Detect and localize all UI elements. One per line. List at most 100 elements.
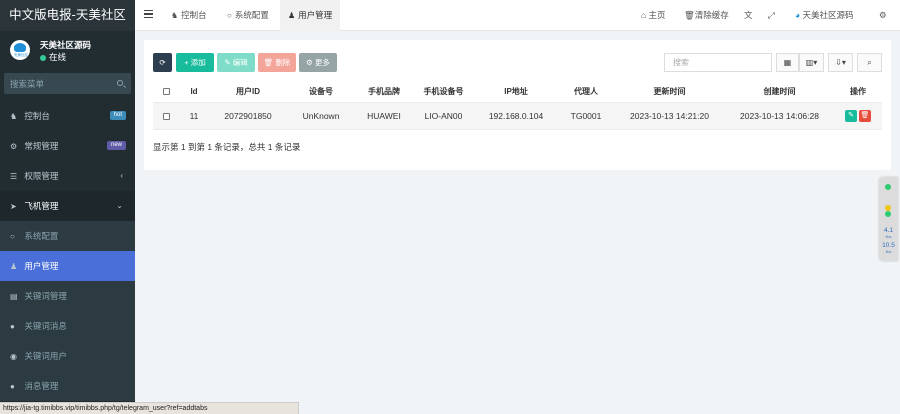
columns-dropdown-icon[interactable]: ▥▾ xyxy=(799,53,824,72)
dashboard-icon: ♞ xyxy=(10,112,18,121)
add-button[interactable]: + 添加 xyxy=(176,53,214,72)
user-icon: ♟ xyxy=(288,11,296,20)
home-icon: ⌂ xyxy=(641,10,649,20)
avatar-text: 天美社区 xyxy=(14,53,28,57)
speed-monitor-widget[interactable]: 4.1 K/s 10.5 K/s xyxy=(879,177,898,261)
tab-label: 系统配置 xyxy=(234,10,269,20)
circle-icon: ○ xyxy=(10,232,15,241)
refresh-button[interactable]: ⟳ xyxy=(153,53,172,72)
file-icon: ▤ xyxy=(10,292,18,301)
chevron-down-icon: ⌄ xyxy=(116,201,123,210)
online-dot-icon xyxy=(40,54,46,61)
status-url-bar: https://jia-tg.timibbs.vip/timibbs.php/t… xyxy=(0,402,299,414)
upload-speed: 4.1 xyxy=(883,227,894,234)
column-header[interactable]: Id xyxy=(179,81,209,103)
comment-icon: ● xyxy=(10,382,15,391)
sidebar-item-planes[interactable]: ➤ 飞机管理 ⌄ xyxy=(0,191,135,221)
edit-button[interactable]: ✎ 编辑 xyxy=(217,53,255,72)
cell-brand: HUAWEI xyxy=(355,102,413,130)
column-header[interactable]: 创建时间 xyxy=(725,81,834,103)
menu-toggle-icon[interactable] xyxy=(144,10,153,18)
user-name: 天美社区源码 xyxy=(40,40,92,50)
users-icon: ☰ xyxy=(10,172,18,181)
home-link[interactable]: ⌂ 主页 xyxy=(641,0,666,31)
sidebar-item-label: 权限管理 xyxy=(24,171,59,181)
table-search-input[interactable] xyxy=(664,53,772,72)
column-header[interactable]: 手机品牌 xyxy=(355,81,413,103)
sidebar-item-keyword-messages[interactable]: ● 关键词消息 xyxy=(0,311,135,341)
sidebar-item-general[interactable]: ⚙ 常规管理 new xyxy=(0,131,135,161)
table-header-row: Id 用户ID 设备号 手机品牌 手机设备号 IP地址 代理人 更新时间 创建时… xyxy=(153,81,882,103)
trash-icon: 🗑 xyxy=(684,10,695,20)
sidebar-item-label: 飞机管理 xyxy=(24,201,59,211)
data-table: Id 用户ID 设备号 手机品牌 手机设备号 IP地址 代理人 更新时间 创建时… xyxy=(153,81,882,130)
advanced-search-icon[interactable]: ⌕ xyxy=(857,53,882,72)
row-select-cell xyxy=(153,102,179,130)
sidebar-item-dashboard[interactable]: ♞ 控制台 hot xyxy=(0,101,135,131)
cell-ip: 192.168.0.104 xyxy=(474,102,558,130)
column-header[interactable]: 代理人 xyxy=(558,81,614,103)
sidebar-item-label: 常规管理 xyxy=(24,141,59,151)
export-dropdown-icon[interactable]: ⇩▾ xyxy=(828,53,853,72)
content-panel: ⟳ + 添加 ✎ 编辑 🗑 删除 ⚙ 更多 ▦ ▥▾ ⇩▾ ⌕ Id 用户ID … xyxy=(144,40,891,170)
sidebar-item-label: 关键词消息 xyxy=(24,321,67,331)
avatar: 天美社区 xyxy=(10,40,30,60)
download-unit: K/s xyxy=(885,249,892,254)
select-all-checkbox[interactable] xyxy=(162,88,170,96)
column-header[interactable]: 手机设备号 xyxy=(413,81,474,103)
tab-label: 控制台 xyxy=(181,10,207,20)
home-label: 主页 xyxy=(648,10,666,20)
cell-user-id: 2072901850 xyxy=(209,102,287,130)
search-icon[interactable] xyxy=(117,80,123,86)
user-status: 在线 xyxy=(40,51,66,63)
settings-gear-icon[interactable]: ⚙ xyxy=(879,0,887,31)
dashboard-icon: ♞ xyxy=(171,11,179,20)
toggle-view-icon[interactable]: ▦ xyxy=(776,53,799,72)
tab-user-management[interactable]: ♟ 用户管理 xyxy=(280,0,341,31)
table-row[interactable]: 11 2072901850 UnKnown HUAWEI LIO-AN00 19… xyxy=(153,102,882,130)
column-header[interactable]: 用户ID xyxy=(209,81,287,103)
column-header[interactable]: 更新时间 xyxy=(614,81,725,103)
column-header[interactable]: IP地址 xyxy=(474,81,558,103)
column-header[interactable]: 设备号 xyxy=(287,81,355,103)
sidebar-item-keyword-users[interactable]: ◉ 关键词用户 xyxy=(0,341,135,371)
sidebar-item-label: 消息管理 xyxy=(24,381,59,391)
tab-dashboard[interactable]: ♞ 控制台 xyxy=(163,0,215,31)
sidebar-search xyxy=(4,73,131,94)
row-checkbox[interactable] xyxy=(162,112,170,120)
site-avatar-icon: ◕ xyxy=(795,10,803,20)
sidebar-item-label: 控制台 xyxy=(24,111,50,121)
paper-plane-icon: ➤ xyxy=(10,202,17,211)
language-icon[interactable]: 文 xyxy=(744,0,753,31)
sidebar-menu: ♞ 控制台 hot ⚙ 常规管理 new ☰ 权限管理 ‹ ➤ 飞机管理 ⌄ ○ 系统配… xyxy=(0,101,135,401)
clear-cache-label: 清除缓存 xyxy=(694,10,729,20)
edit-row-icon[interactable]: ✎ xyxy=(845,109,857,122)
cell-id: 11 xyxy=(179,102,209,130)
sidebar-item-message-management[interactable]: ● 消息管理 xyxy=(0,371,135,401)
top-navbar: ♞ 控制台 ○ 系统配置 ♟ 用户管理 ⌂ 主页 🗑清除缓存 文 ⤢ ◕ 天美社区源码… xyxy=(135,0,900,31)
sidebar-item-keyword-management[interactable]: ▤ 关键词管理 xyxy=(0,281,135,311)
new-badge: new xyxy=(106,141,126,150)
download-speed: 10.5 xyxy=(882,242,895,249)
cell-model: LIO-AN00 xyxy=(413,102,474,130)
tab-system-config[interactable]: ○ 系统配置 xyxy=(219,0,277,31)
cell-created: 2023-10-13 14:06:28 xyxy=(725,102,834,130)
sidebar-item-label: 用户管理 xyxy=(24,261,59,271)
sidebar-item-permissions[interactable]: ☰ 权限管理 ‹ xyxy=(0,161,135,191)
brand-title[interactable]: 中文版电报-天美社区 xyxy=(0,0,135,31)
site-name: 天美社区源码 xyxy=(802,10,854,20)
sidebar-item-label: 系统配置 xyxy=(24,231,59,241)
fullscreen-icon[interactable]: ⤢ xyxy=(768,0,775,31)
delete-row-icon[interactable]: 🗑 xyxy=(859,109,871,122)
user-status-text: 在线 xyxy=(49,52,67,62)
delete-button[interactable]: 🗑 删除 xyxy=(258,53,296,72)
site-link[interactable]: ◕ 天美社区源码 xyxy=(795,0,854,31)
sidebar-item-user-management[interactable]: ♟ 用户管理 xyxy=(0,251,135,281)
more-button[interactable]: ⚙ 更多 xyxy=(299,53,337,72)
sidebar: 中文版电报-天美社区 天美社区 天美社区源码 在线 ♞ 控制台 hot ⚙ 常规管… xyxy=(0,0,135,414)
user-circle-icon: ◉ xyxy=(10,352,17,361)
clear-cache-button[interactable]: 🗑清除缓存 xyxy=(684,0,729,31)
sidebar-item-system-config[interactable]: ○ 系统配置 xyxy=(0,221,135,251)
sidebar-search-input[interactable] xyxy=(4,73,114,94)
sidebar-item-label: 关键词用户 xyxy=(24,351,67,361)
